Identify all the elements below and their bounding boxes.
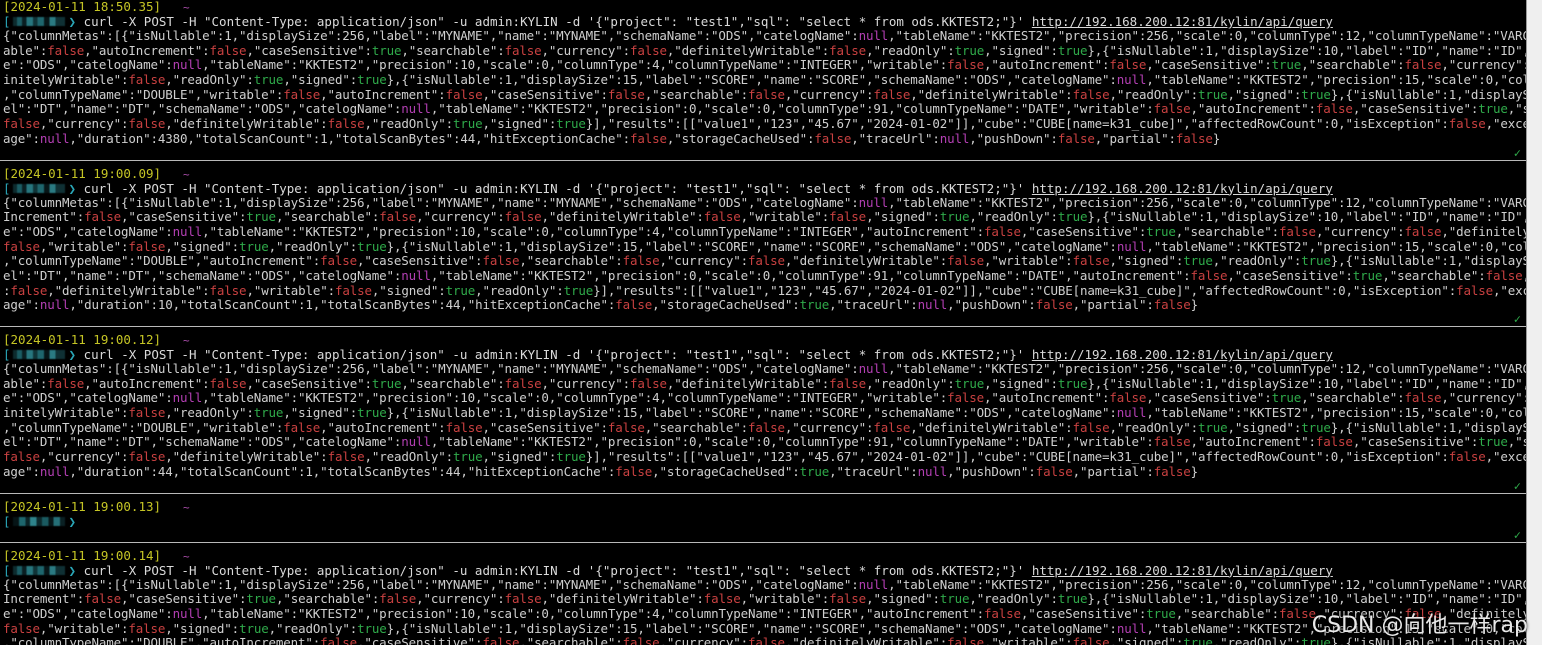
redacted-user-host bbox=[12, 183, 65, 193]
prompt-row[interactable]: [❯ bbox=[0, 514, 1527, 529]
timestamp-row: [2024-01-11 19:00.09] ~ bbox=[0, 165, 1527, 181]
timestamp-label: [2024-01-11 19:00.09] bbox=[3, 165, 162, 181]
terminal-block: [2024-01-11 19:00.13] ~[❯ ✓ bbox=[0, 498, 1527, 542]
tilde-icon: ~ bbox=[183, 500, 190, 514]
output-line: el":"DT","name":"DT","schemaName":"ODS",… bbox=[3, 434, 1527, 450]
output-line: {"columnMetas":[{"isNullable":1,"display… bbox=[3, 194, 1527, 210]
terminal-block: [2024-01-11 19:00.09] ~ [ ❯ curl -X POST -H… bbox=[0, 165, 1527, 327]
status-row: ✓ bbox=[0, 480, 1527, 493]
output-line: {"columnMetas":[{"isNullable":1,"display… bbox=[3, 361, 1527, 376]
output-line: age":null,"duration":44,"totalScanCount"… bbox=[3, 463, 1198, 479]
tilde-icon: ~ bbox=[183, 1, 190, 14]
tilde-icon: ~ bbox=[183, 334, 190, 347]
status-row: ✓ bbox=[0, 529, 1527, 542]
success-check-icon: ✓ bbox=[1513, 145, 1521, 160]
terminal-block: [2024-01-11 18:50.35] ~ [ ❯ curl -X POST -H… bbox=[0, 0, 1527, 160]
api-url-link[interactable]: http://192.168.200.12:81/kylin/api/query bbox=[1032, 563, 1333, 578]
output-line: false,"currency":false,"definitelyWritab… bbox=[3, 449, 1527, 465]
api-url-link[interactable]: http://192.168.200.12:81/kylin/api/query bbox=[1032, 14, 1333, 29]
command-text[interactable]: curl -X POST -H "Content-Type: applicati… bbox=[84, 347, 1025, 362]
output-line: {"columnMetas":[{"isNullable":1,"display… bbox=[3, 576, 1527, 592]
success-check-icon: ✓ bbox=[1513, 527, 1521, 542]
tilde-icon: ~ bbox=[183, 167, 190, 181]
output-line: ,"columnTypeName":"DOUBLE","autoIncremen… bbox=[3, 635, 1527, 645]
output-line: ,"columnTypeName":"DOUBLE","writable":fa… bbox=[3, 86, 1527, 102]
tilde-icon: ~ bbox=[183, 549, 190, 563]
prompt-arrow-icon: ❯ bbox=[68, 14, 77, 29]
timestamp-row: [2024-01-11 19:00.13] ~ bbox=[0, 498, 1527, 514]
command-text[interactable]: curl -X POST -H "Content-Type: applicati… bbox=[84, 181, 1025, 196]
success-check-icon: ✓ bbox=[1513, 312, 1521, 326]
prompt-bracket: [ bbox=[3, 513, 11, 529]
output-line: e":"ODS","catelogName":null,"tableName":… bbox=[3, 605, 1527, 621]
terminal-window[interactable]: [2024-01-11 18:50.35] ~[❯ curl -X POST -H… bbox=[0, 0, 1527, 645]
prompt-row[interactable]: [ ❯ curl -X POST -H "Content-Type: applic… bbox=[0, 347, 1527, 362]
timestamp-label: [2024-01-11 19:00.14] bbox=[3, 547, 162, 563]
prompt-arrow-icon: ❯ bbox=[68, 513, 77, 529]
vertical-scrollbar[interactable] bbox=[1526, 0, 1542, 645]
command-text[interactable]: curl -X POST -H "Content-Type: applicati… bbox=[84, 14, 1025, 29]
output-line: Increment":false,"caseSensitive":true,"s… bbox=[3, 209, 1527, 225]
prompt-bracket: [ bbox=[3, 347, 11, 362]
prompt-bracket: [ bbox=[3, 14, 11, 29]
prompt-arrow-icon: ❯ bbox=[68, 562, 77, 578]
output-line: able":false,"autoIncrement":false,"caseS… bbox=[3, 42, 1527, 58]
output-line: age":null,"duration":10,"totalScanCount"… bbox=[3, 297, 1198, 313]
timestamp-row: [2024-01-11 18:50.35] ~ bbox=[0, 0, 1527, 14]
output-line: able":false,"autoIncrement":false,"caseS… bbox=[3, 375, 1527, 391]
output-line: el":"DT","name":"DT","schemaName":"ODS",… bbox=[3, 101, 1527, 117]
output-line: false,"currency":false,"definitelyWritab… bbox=[3, 116, 1527, 132]
api-url-link[interactable]: http://192.168.200.12:81/kylin/api/query bbox=[1032, 347, 1333, 362]
timestamp-row: [2024-01-11 19:00.12] ~ bbox=[0, 332, 1527, 348]
prompt-row[interactable]: [ ❯ curl -X POST -H "Content-Type: applic… bbox=[0, 181, 1527, 196]
status-row: ✓ bbox=[0, 313, 1527, 326]
prompt-bracket: [ bbox=[3, 180, 11, 196]
timestamp-label: [2024-01-11 19:00.12] bbox=[3, 332, 162, 347]
output-line: initelyWritable":false,"readOnly":true,"… bbox=[3, 405, 1527, 421]
terminal-block: [2024-01-11 19:00.12] ~ [ ❯ curl -X POST -H… bbox=[0, 333, 1527, 493]
prompt-row[interactable]: [ ❯ curl -X POST -H "Content-Type: applic… bbox=[0, 14, 1527, 29]
output-line: el":"DT","name":"DT","schemaName":"ODS",… bbox=[3, 267, 1527, 283]
command-text[interactable]: curl -X POST -H "Content-Type: applicati… bbox=[84, 563, 1025, 578]
redacted-user-host bbox=[12, 516, 65, 526]
timestamp-label: [2024-01-11 19:00.13] bbox=[3, 498, 162, 514]
output-line: false,"writable":false,"signed":true,"re… bbox=[3, 620, 1527, 636]
redacted-user-host bbox=[12, 17, 65, 26]
prompt-arrow-icon: ❯ bbox=[68, 347, 77, 362]
output-line: initelyWritable":false,"readOnly":true,"… bbox=[3, 72, 1527, 88]
success-check-icon: ✓ bbox=[1513, 478, 1521, 493]
output-line: e":"ODS","catelogName":null,"tableName":… bbox=[3, 390, 1527, 406]
prompt-bracket: [ bbox=[3, 562, 11, 578]
status-row: ✓ bbox=[0, 147, 1527, 160]
output-line: {"columnMetas":[{"isNullable":1,"display… bbox=[3, 28, 1527, 43]
terminal-output-area: [2024-01-11 18:50.35] ~[❯ curl -X POST -H… bbox=[0, 0, 1527, 645]
api-url-link[interactable]: http://192.168.200.12:81/kylin/api/query bbox=[1032, 181, 1333, 196]
output-line: ,"columnTypeName":"DOUBLE","autoIncremen… bbox=[3, 253, 1527, 269]
terminal-block: [2024-01-11 19:00.14] ~ [ ❯ curl -X POST -H… bbox=[0, 547, 1527, 645]
output-line: ,"columnTypeName":"DOUBLE","writable":fa… bbox=[3, 419, 1527, 435]
redacted-user-host bbox=[12, 565, 65, 575]
timestamp-row: [2024-01-11 19:00.14] ~ bbox=[0, 547, 1527, 563]
output-line: Increment":false,"caseSensitive":true,"s… bbox=[3, 591, 1527, 607]
prompt-arrow-icon: ❯ bbox=[68, 180, 77, 196]
redacted-user-host bbox=[12, 350, 65, 359]
output-line: e":"ODS","catelogName":null,"tableName":… bbox=[3, 57, 1527, 73]
output-line: age":null,"duration":4380,"totalScanCoun… bbox=[3, 130, 1221, 146]
prompt-row[interactable]: [ ❯ curl -X POST -H "Content-Type: applic… bbox=[0, 563, 1527, 578]
output-line: :false,"definitelyWritable":false,"writa… bbox=[3, 282, 1527, 298]
timestamp-label: [2024-01-11 18:50.35] bbox=[3, 0, 162, 14]
output-line: e":"ODS","catelogName":null,"tableName":… bbox=[3, 223, 1527, 239]
output-line: false,"writable":false,"signed":true,"re… bbox=[3, 238, 1527, 254]
